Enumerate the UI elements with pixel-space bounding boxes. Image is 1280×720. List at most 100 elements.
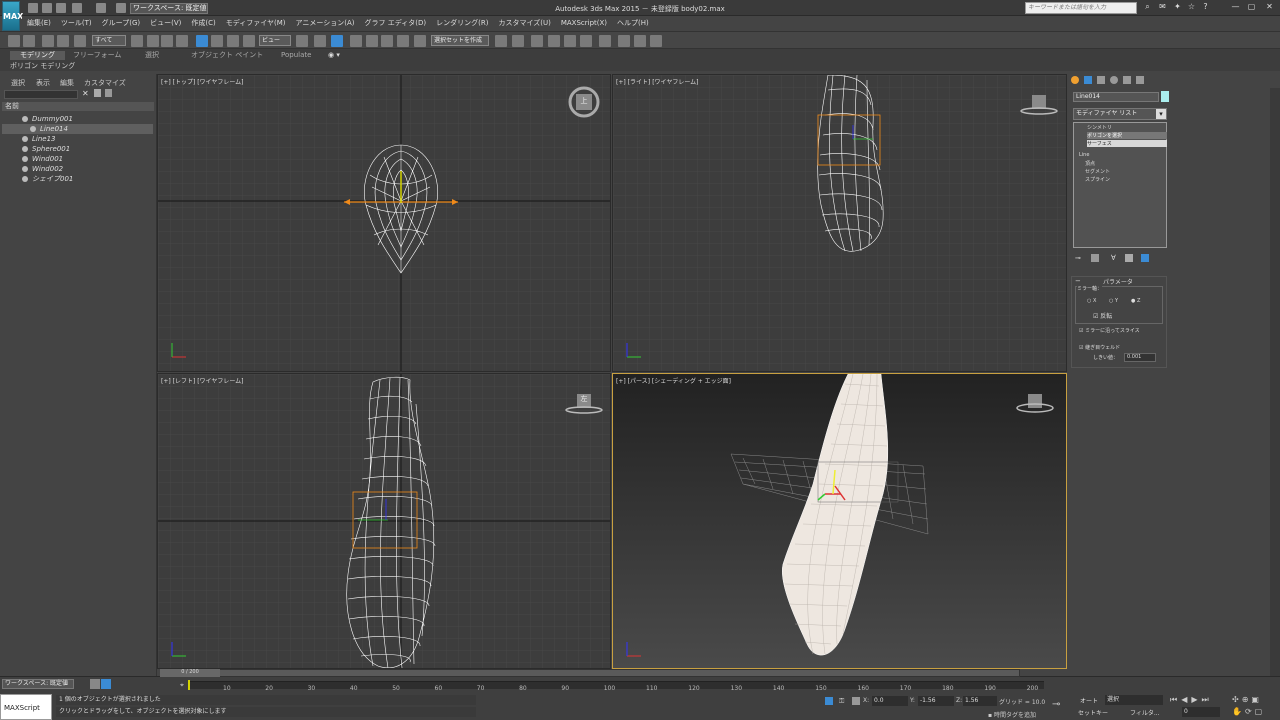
keyboard-shortcut-icon[interactable] [331,35,343,47]
motion-tab-icon[interactable] [1110,76,1118,84]
viewcube-left-face[interactable]: 左 [577,394,591,404]
object-name-field[interactable]: Line014 [1073,92,1159,102]
selection-lock-icon[interactable] [825,697,833,705]
angle-snap-icon[interactable] [366,35,378,47]
chevron-down-icon[interactable]: ▾ [1156,109,1166,119]
filter-doc-icon[interactable] [94,89,101,97]
close-icon[interactable]: ✕ [1262,1,1277,13]
menu-item-7[interactable]: グラフ エディタ(D) [365,17,427,29]
scene-tab-customize[interactable]: カスタマイズ [84,78,126,88]
add-time-tag[interactable]: ▪ 時間タグを追加 [988,710,1036,719]
hierarchy-tab-icon[interactable] [1097,76,1105,84]
ribbon-tab-populate[interactable]: Populate [281,51,311,60]
modifier-stack-item[interactable]: ポリゴンを選択 [1087,132,1167,139]
move-icon[interactable] [196,35,208,47]
menu-item-0[interactable]: 編集(E) [27,17,51,29]
manipulate-icon[interactable] [314,35,326,47]
timeline-track[interactable] [188,681,1044,689]
scene-row[interactable]: Sphere001 [2,144,153,154]
maximize-icon[interactable]: ▢ [1244,1,1259,13]
make-unique-icon[interactable]: ∀ [1111,254,1119,262]
project-icon[interactable] [116,3,126,13]
render-icon[interactable] [650,35,662,47]
viewport-left[interactable]: [+] [レフト] [ワイヤフレーム] 左 [157,373,611,669]
create-tab-icon[interactable] [1071,76,1079,84]
lock-icon[interactable]: ⚿ [839,697,847,705]
viewport-nav-icons[interactable]: ✣⊕▣ [1232,695,1262,704]
viewport-label-right[interactable]: [+] [ライト] [ワイヤフレーム] [616,77,699,86]
unlink-icon[interactable] [57,35,69,47]
link-icon[interactable] [42,35,54,47]
menu-item-10[interactable]: MAXScript(X) [561,17,607,29]
filter-track-icon[interactable] [101,679,111,689]
pivot-icon[interactable] [296,35,308,47]
scene-tab-display[interactable]: 表示 [36,78,50,88]
workspace-dropdown[interactable]: ワークスペース: 既定値 [130,3,208,14]
clear-filter-icon[interactable]: ✕ [82,89,89,98]
playback-controls[interactable]: ⏮◀▶⏭ [1170,695,1213,705]
rollout-title[interactable]: パラメータ [1103,277,1133,286]
viewport-label-top[interactable]: [+] [トップ] [ワイヤフレーム] [161,77,244,86]
redo-button[interactable] [23,35,35,47]
coord-system-dropdown[interactable]: ビュー [259,35,291,46]
axis-x-radio[interactable]: ○ X [1087,298,1096,304]
filter-options-icon[interactable] [105,89,112,97]
window-crossing-icon[interactable] [176,35,188,47]
timeline-key-icon[interactable]: ⌖ [180,681,186,689]
maxscript-listener[interactable]: MAXScript 1C [0,694,52,720]
display-tab-icon[interactable] [1123,76,1131,84]
open-icon[interactable] [42,3,52,13]
ribbon-tab-freeform[interactable]: フリーフォーム [73,51,121,60]
placement-icon[interactable] [243,35,255,47]
modifier-stack-item[interactable]: スプライン [1085,176,1110,183]
ribbon-options-icon[interactable]: ◉ ▾ [328,51,340,60]
show-end-result-icon[interactable] [1091,254,1099,262]
y-coordinate-field[interactable]: -1.56 [918,696,954,706]
current-frame-field[interactable]: 0 [1182,707,1220,717]
menu-item-9[interactable]: カスタマイズ(U) [498,17,550,29]
minimize-icon[interactable]: — [1228,1,1243,13]
save-icon[interactable] [56,3,66,13]
select-by-name-icon[interactable] [147,35,159,47]
ribbon-tab-selection[interactable]: 選択 [145,51,159,60]
viewport-right[interactable]: [+] [ライト] [ワイヤフレーム] [612,74,1067,372]
auto-key-button[interactable]: オート [1080,696,1098,705]
render-setup-icon[interactable] [634,35,646,47]
key-selection-dropdown[interactable]: 選択 [1105,695,1163,705]
material-editor-icon[interactable] [618,35,630,47]
modify-tab-icon[interactable] [1084,76,1092,84]
layer-manager-icon[interactable] [548,35,560,47]
menu-item-8[interactable]: レンダリング(R) [436,17,488,29]
menu-item-6[interactable]: アニメーション(A) [296,17,355,29]
modifier-stack-item[interactable]: セグメント [1085,168,1110,175]
menu-item-4[interactable]: 作成(C) [191,17,215,29]
axis-z-radio[interactable]: ● Z [1131,298,1140,304]
scene-tab-select[interactable]: 選択 [11,78,25,88]
utilities-tab-icon[interactable] [1136,76,1144,84]
key-icon[interactable]: ⊸ [1052,699,1060,710]
slice-along-mirror-checkbox[interactable]: ☑ ミラーに沿ってスライス [1079,327,1140,334]
modifier-stack-item[interactable]: Line [1079,152,1089,158]
snap-icon[interactable] [350,35,362,47]
weld-seam-checkbox[interactable]: ☑ 継ぎ目ウェルド [1079,344,1120,351]
modifier-stack-item[interactable]: 頂点 [1085,160,1095,167]
viewport-label-left[interactable]: [+] [レフト] [ワイヤフレーム] [161,376,244,385]
edit-named-sel-icon[interactable] [414,35,426,47]
absolute-mode-icon[interactable] [852,697,860,705]
menu-item-1[interactable]: ツール(T) [61,17,92,29]
undo-button[interactable] [8,35,20,47]
rotate-icon[interactable] [211,35,223,47]
undo-icon[interactable] [72,3,82,13]
modifier-stack-item[interactable]: サーフェス [1087,140,1167,147]
scale-icon[interactable] [227,35,239,47]
modifier-stack-item[interactable]: シンメトリ [1087,124,1112,131]
pin-stack-icon[interactable]: ⊸ [1075,254,1085,262]
scene-row[interactable]: Line014 [2,124,153,134]
menu-item-2[interactable]: グループ(G) [102,17,140,29]
spinner-snap-icon[interactable] [397,35,409,47]
select-object-icon[interactable] [131,35,143,47]
ribbon-tab-objectpaint[interactable]: オブジェクト ペイント [191,51,263,60]
ribbon-tab-modeling[interactable]: モデリング [10,51,65,60]
search-input[interactable]: キーワードまたは語句を入力 [1025,2,1137,14]
redo-icon[interactable] [96,3,106,13]
